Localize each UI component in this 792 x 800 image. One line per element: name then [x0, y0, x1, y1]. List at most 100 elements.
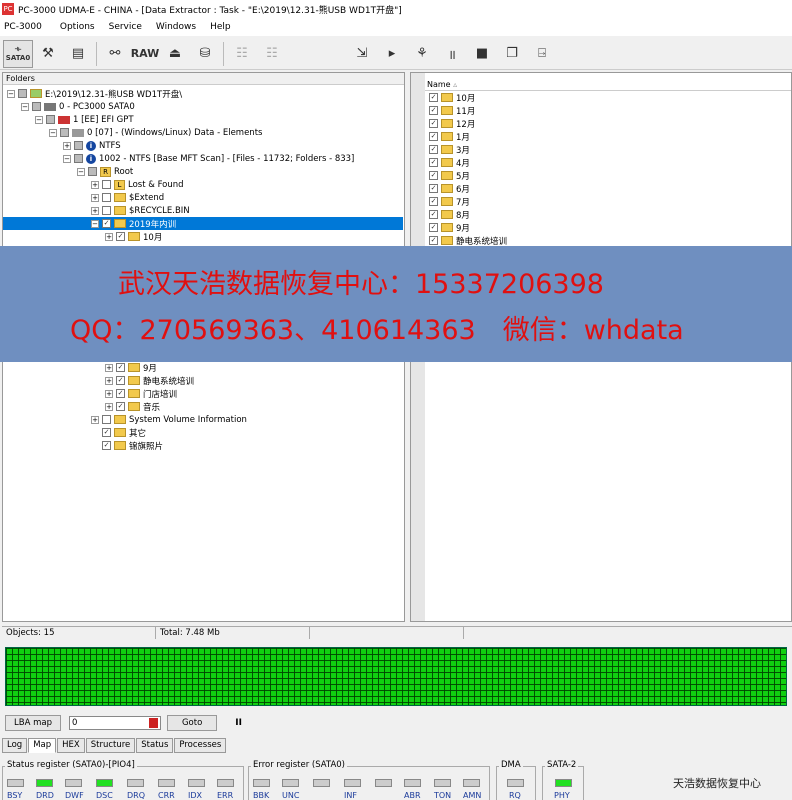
export-button[interactable]: ⇲: [347, 40, 377, 68]
checkbox[interactable]: ✓: [429, 106, 438, 115]
tree-disk-button[interactable]: ☷: [257, 40, 287, 68]
menu-help[interactable]: Help: [210, 22, 231, 32]
expand-icon[interactable]: +: [105, 389, 113, 398]
checkbox[interactable]: ✓: [429, 210, 438, 219]
checkbox[interactable]: [18, 89, 27, 98]
checkbox[interactable]: ✓: [102, 219, 111, 228]
expand-icon[interactable]: +: [105, 376, 113, 385]
checkbox[interactable]: ✓: [429, 132, 438, 141]
tree-row[interactable]: + ✓ 静电系统培训: [3, 374, 403, 387]
tree-button[interactable]: ☷: [227, 40, 257, 68]
expand-icon[interactable]: +: [91, 180, 99, 189]
expand-icon[interactable]: +: [105, 402, 113, 411]
checkbox[interactable]: [102, 415, 111, 424]
checkbox[interactable]: ✓: [429, 171, 438, 180]
collapse-icon[interactable]: −: [49, 128, 57, 137]
tree-row[interactable]: −1 [EE] EFI GPT: [3, 113, 403, 126]
checkbox[interactable]: ✓: [429, 119, 438, 128]
tab-map[interactable]: Map: [28, 738, 57, 753]
checkbox[interactable]: [32, 102, 41, 111]
tree-row[interactable]: + i NTFS: [3, 139, 403, 152]
tab-status[interactable]: Status: [136, 738, 174, 753]
expand-icon[interactable]: +: [63, 141, 71, 150]
tools-button[interactable]: ⚒: [33, 40, 63, 68]
tree-row[interactable]: − i 1002 - NTFS [Base MFT Scan] - [Files -…: [3, 152, 403, 165]
tree-row[interactable]: + ✓ 10月: [3, 230, 403, 243]
map-pause-button[interactable]: II: [235, 718, 242, 728]
checkbox[interactable]: [74, 141, 83, 150]
expand-icon[interactable]: +: [91, 415, 99, 424]
checkbox[interactable]: ✓: [429, 184, 438, 193]
checkbox[interactable]: ✓: [429, 93, 438, 102]
menu-service[interactable]: Service: [109, 22, 142, 32]
tree-row[interactable]: + ✓ 9月: [3, 361, 403, 374]
tree-row-selected[interactable]: − ✓ 2019年内训: [3, 217, 403, 230]
checkbox[interactable]: ✓: [116, 363, 125, 372]
collapse-icon[interactable]: −: [7, 89, 15, 98]
collapse-icon[interactable]: −: [91, 219, 99, 228]
checkbox[interactable]: [46, 115, 55, 124]
checkbox[interactable]: ✓: [116, 232, 125, 241]
file-row[interactable]: ✓ 11月: [429, 104, 475, 117]
checkbox[interactable]: [102, 193, 111, 202]
menu-options[interactable]: Options: [60, 22, 95, 32]
stop-button[interactable]: ■: [467, 40, 497, 68]
file-row[interactable]: ✓ 10月: [429, 91, 475, 104]
pause-button[interactable]: ॥: [437, 40, 467, 68]
expand-icon[interactable]: +: [91, 193, 99, 202]
checkbox[interactable]: ✓: [102, 441, 111, 450]
tree-row[interactable]: −0 [07] - (Windows/Linux) Data - Element…: [3, 126, 403, 139]
checkbox[interactable]: ✓: [102, 428, 111, 437]
play-button[interactable]: ▸: [377, 40, 407, 68]
checkbox[interactable]: ✓: [429, 158, 438, 167]
checkbox[interactable]: ✓: [116, 376, 125, 385]
lba-map-button[interactable]: LBA map: [5, 715, 61, 731]
file-row[interactable]: ✓ 7月: [429, 195, 470, 208]
tree-row[interactable]: −0 - PC3000 SATA0: [3, 100, 403, 113]
tree-row[interactable]: ✓ 其它: [3, 426, 403, 439]
menu-windows[interactable]: Windows: [156, 22, 196, 32]
tree-row[interactable]: + $Extend: [3, 191, 403, 204]
goto-button[interactable]: Goto: [166, 715, 218, 731]
file-row[interactable]: ✓ 8月: [429, 208, 470, 221]
file-row[interactable]: ✓ 5月: [429, 169, 470, 182]
checkbox[interactable]: [102, 206, 111, 215]
lba-input[interactable]: 0: [68, 716, 161, 730]
file-row[interactable]: ✓ 9月: [429, 221, 470, 234]
extract-button[interactable]: ⏏: [160, 40, 190, 68]
tree-row[interactable]: + L Lost & Found: [3, 178, 403, 191]
tree-row[interactable]: + System Volume Information: [3, 413, 403, 426]
expand-icon[interactable]: +: [91, 206, 99, 215]
menu-pc3000[interactable]: PC-3000: [4, 22, 42, 32]
collapse-icon[interactable]: −: [77, 167, 85, 176]
tab-log[interactable]: Log: [2, 738, 28, 753]
file-row[interactable]: ✓ 6月: [429, 182, 470, 195]
tab-structure[interactable]: Structure: [85, 738, 136, 753]
disk-button[interactable]: ⛁: [190, 40, 220, 68]
search-button[interactable]: ⚯: [100, 40, 130, 68]
tree-row[interactable]: + ✓ 音乐: [3, 400, 403, 413]
expand-icon[interactable]: +: [105, 232, 113, 241]
copy-button[interactable]: ❐: [497, 40, 527, 68]
checkbox[interactable]: ✓: [429, 197, 438, 206]
collapse-icon[interactable]: −: [35, 115, 43, 124]
checkbox[interactable]: ✓: [116, 389, 125, 398]
tree-row[interactable]: − E:\2019\12.31-熊USB WD1T开盘\: [3, 87, 403, 100]
tree-row[interactable]: + $RECYCLE.BIN: [3, 204, 403, 217]
raw-button[interactable]: RAW: [130, 40, 160, 68]
checkbox[interactable]: ✓: [429, 223, 438, 232]
sata-port-button[interactable]: ⟛ SATA0: [3, 39, 33, 68]
checkbox[interactable]: ✓: [116, 402, 125, 411]
checkbox[interactable]: ✓: [429, 145, 438, 154]
collapse-icon[interactable]: −: [21, 102, 29, 111]
checkbox[interactable]: [88, 167, 97, 176]
network-button[interactable]: ⚘: [407, 40, 437, 68]
checkbox[interactable]: [74, 154, 83, 163]
expand-icon[interactable]: +: [105, 363, 113, 372]
file-row[interactable]: ✓ 4月: [429, 156, 470, 169]
tree-row[interactable]: − R Root: [3, 165, 403, 178]
checkbox[interactable]: [60, 128, 69, 137]
checkbox[interactable]: ✓: [429, 236, 438, 245]
name-column-header[interactable]: Name ▵: [425, 79, 791, 91]
collapse-icon[interactable]: −: [63, 154, 71, 163]
